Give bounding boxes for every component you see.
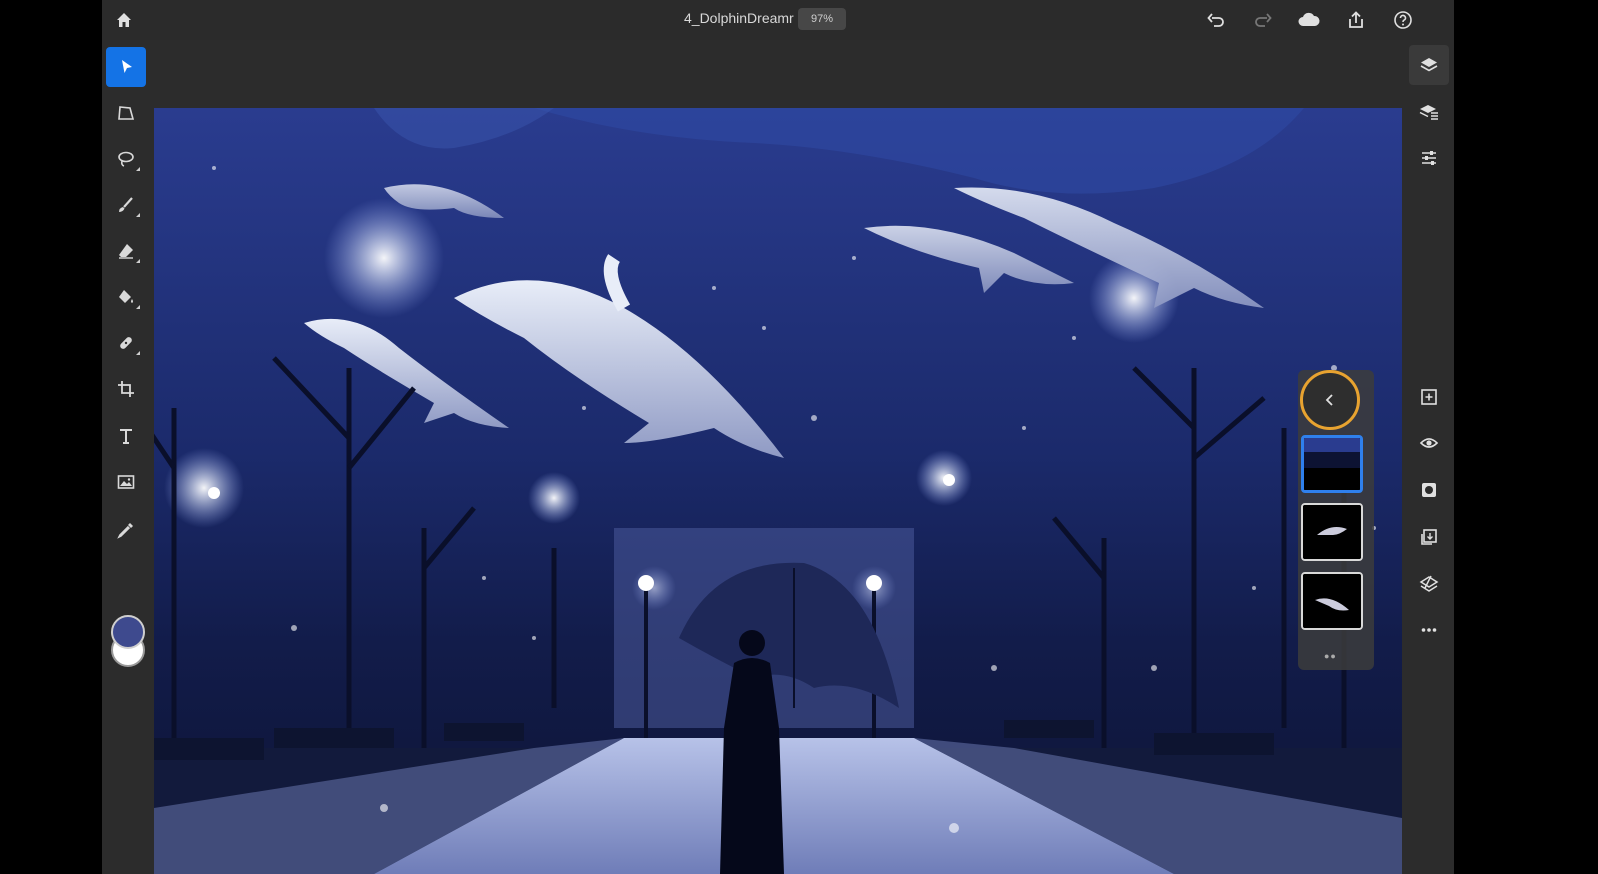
visibility-icon — [1419, 438, 1439, 448]
type-icon — [120, 429, 132, 444]
layer-properties-icon — [1419, 105, 1438, 120]
zoom-level[interactable]: 97% — [798, 8, 846, 30]
chevron-left-icon — [1325, 394, 1333, 406]
document-canvas[interactable] — [154, 108, 1402, 874]
photoshop-app-window: 4_DolphinDreamr 97% ●● — [102, 0, 1454, 874]
clear-layer-button[interactable] — [1409, 564, 1449, 604]
layer-preview — [1304, 438, 1360, 490]
reorder-icon — [1421, 529, 1437, 545]
layer-thumbnail-dolphin-2[interactable] — [1301, 572, 1363, 630]
layer-properties-button[interactable] — [1409, 92, 1449, 132]
crop-tool[interactable] — [106, 369, 146, 409]
document-title[interactable]: 4_DolphinDreamr — [684, 10, 794, 26]
eraser-tool[interactable] — [106, 231, 146, 271]
transform-icon — [118, 106, 135, 120]
add-layer-button[interactable] — [1409, 377, 1449, 417]
share-button[interactable] — [1342, 6, 1370, 34]
brush-icon — [119, 197, 133, 212]
adjustments-button[interactable] — [1409, 138, 1449, 178]
place-image-tool[interactable] — [106, 462, 146, 502]
expand-layers-button[interactable] — [1300, 370, 1360, 430]
help-icon — [1394, 11, 1412, 29]
select-tool[interactable] — [106, 47, 146, 87]
layer-thumbnail-background[interactable] — [1301, 435, 1363, 493]
lasso-tool[interactable] — [106, 139, 146, 179]
healing-tool[interactable] — [106, 323, 146, 363]
eyedropper-tool[interactable] — [106, 510, 146, 550]
visibility-button[interactable] — [1409, 423, 1449, 463]
home-icon — [117, 13, 131, 27]
layer-preview — [1303, 574, 1361, 628]
eraser-icon — [119, 244, 133, 259]
left-toolbar — [102, 40, 150, 874]
adjustments-icon — [1422, 151, 1436, 165]
more-icon — [1421, 628, 1437, 632]
mask-button[interactable] — [1409, 470, 1449, 510]
undo-icon — [1207, 13, 1224, 27]
composite-image — [154, 108, 1402, 874]
crop-icon — [118, 381, 134, 397]
more-options-button[interactable] — [1409, 610, 1449, 650]
lasso-icon — [118, 151, 134, 167]
fill-tool[interactable] — [106, 277, 146, 317]
place-image-icon — [117, 475, 135, 489]
fill-icon — [119, 290, 133, 303]
transform-tool[interactable] — [106, 93, 146, 133]
right-toolbar — [1404, 40, 1454, 874]
cloud-icon — [1298, 12, 1320, 26]
share-icon — [1349, 11, 1363, 28]
top-bar: 4_DolphinDreamr 97% — [102, 0, 1454, 40]
home-button[interactable] — [110, 6, 138, 34]
redo-button[interactable] — [1249, 6, 1277, 34]
select-icon — [122, 60, 132, 73]
brush-tool[interactable] — [106, 185, 146, 225]
add-layer-icon — [1421, 389, 1437, 405]
healing-icon — [120, 337, 132, 349]
layer-page-indicator: ●● — [1324, 651, 1337, 661]
layers-button[interactable] — [1409, 45, 1449, 85]
layer-thumbnail-dolphin[interactable] — [1301, 503, 1363, 561]
undo-button[interactable] — [1202, 6, 1230, 34]
clear-layer-icon — [1419, 575, 1439, 592]
layer-preview — [1303, 505, 1361, 559]
help-button[interactable] — [1389, 6, 1417, 34]
foreground-color-swatch[interactable] — [111, 615, 145, 649]
cloud-sync-button[interactable] — [1295, 6, 1323, 34]
type-tool[interactable] — [106, 416, 146, 456]
redo-icon — [1255, 13, 1272, 27]
eyedropper-icon — [117, 523, 133, 539]
reorder-button[interactable] — [1409, 517, 1449, 557]
layers-icon — [1420, 58, 1438, 72]
mask-icon — [1422, 483, 1436, 497]
